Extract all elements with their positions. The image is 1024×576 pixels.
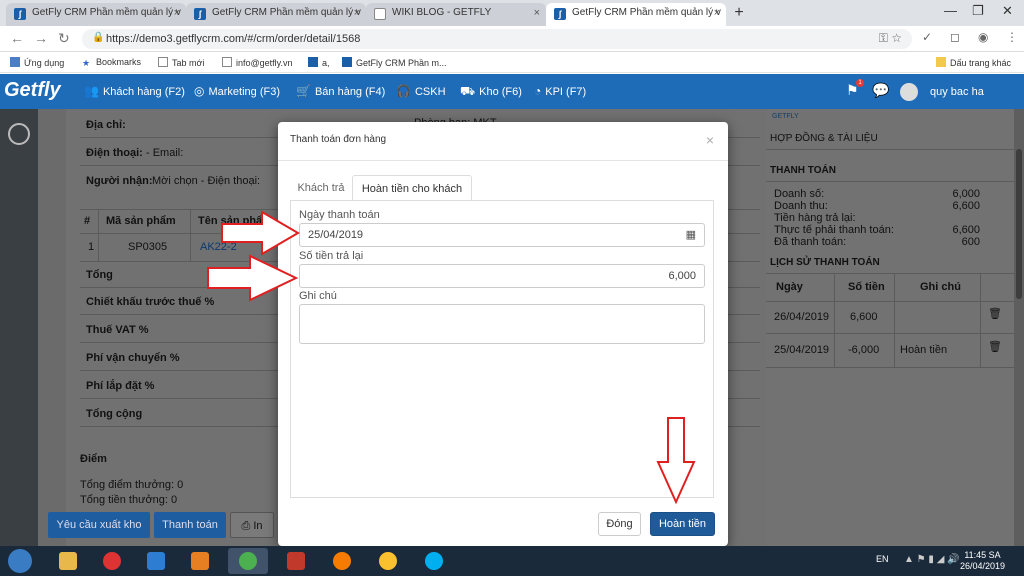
arrow-to-refund-button-icon (656, 417, 696, 505)
language-indicator[interactable]: EN (876, 554, 889, 564)
taskbar-media[interactable] (180, 548, 220, 574)
arrow-to-amount-icon (207, 254, 299, 302)
clock-date: 26/04/2019 (960, 561, 1006, 571)
os-taskbar: EN ▲ ⚑ ▮ ◢ 🔊 11:45 SA 26/04/2019 (0, 546, 1024, 576)
media-player-icon (191, 552, 209, 570)
taskbar-explorer[interactable] (48, 548, 88, 574)
annotation-arrows (207, 210, 696, 505)
firefox-icon (333, 552, 351, 570)
taskbar-chrome-alt[interactable] (368, 548, 408, 574)
taskbar-word[interactable] (276, 548, 316, 574)
remote-desktop-icon (147, 552, 165, 570)
arrow-to-date-icon (221, 210, 300, 256)
chrome-icon (239, 552, 257, 570)
taskbar-skype[interactable] (414, 548, 454, 574)
system-clock[interactable]: 11:45 SA 26/04/2019 (960, 550, 1005, 572)
windows-start-icon[interactable] (8, 549, 32, 573)
app-icon (287, 552, 305, 570)
taskbar-remote[interactable] (136, 548, 176, 574)
browser-icon (379, 552, 397, 570)
taskbar-firefox[interactable] (322, 548, 362, 574)
skype-icon (425, 552, 443, 570)
folder-icon (59, 552, 77, 570)
taskbar-app-red[interactable] (92, 548, 132, 574)
taskbar-chrome[interactable] (228, 548, 268, 574)
clock-time: 11:45 SA (964, 550, 1001, 560)
star-app-icon (103, 552, 121, 570)
tray-icons[interactable]: ▲ ⚑ ▮ ◢ 🔊 (904, 554, 960, 565)
